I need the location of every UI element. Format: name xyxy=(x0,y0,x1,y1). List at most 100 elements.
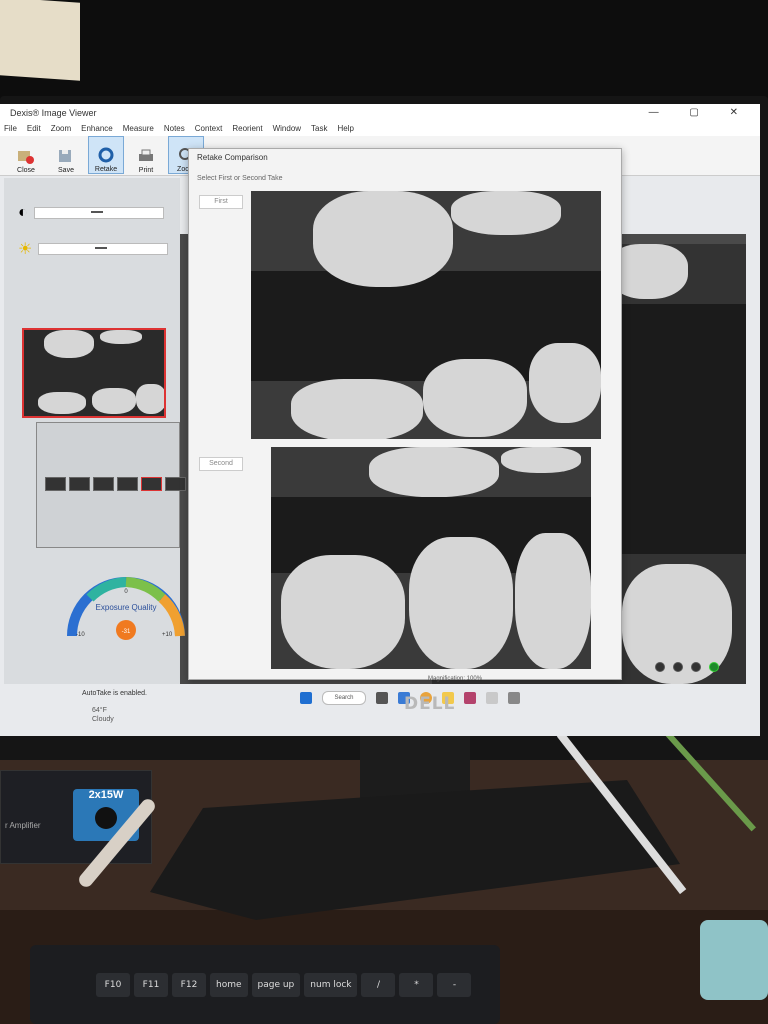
menu-edit[interactable]: Edit xyxy=(27,122,41,136)
menu-notes[interactable]: Notes xyxy=(164,122,185,136)
menu-enhance[interactable]: Enhance xyxy=(81,122,113,136)
menu-window[interactable]: Window xyxy=(273,122,301,136)
close-icon xyxy=(16,147,36,165)
exposure-quality-gauge: Exposure Quality 0 -10 +10 -31 xyxy=(67,577,185,640)
window-titlebar: Dexis® Image Viewer — ▢ ✕ xyxy=(0,104,760,122)
window-controls[interactable]: — ▢ ✕ xyxy=(649,104,752,122)
tooth xyxy=(291,379,423,439)
key-asterisk[interactable]: * xyxy=(399,973,434,997)
key-minus[interactable]: - xyxy=(437,973,472,997)
key-slash[interactable]: / xyxy=(361,973,396,997)
menu-measure[interactable]: Measure xyxy=(123,122,154,136)
amplifier-label: r Amplifier xyxy=(5,821,41,830)
weather-widget[interactable]: 64°F Cloudy xyxy=(92,706,114,724)
brightness-icon: ☀ xyxy=(18,241,33,258)
save-label: Save xyxy=(58,167,74,174)
film-slot-selected[interactable] xyxy=(141,477,162,491)
tooth xyxy=(136,384,164,414)
sticky-note xyxy=(0,0,80,81)
power-button[interactable] xyxy=(709,662,719,672)
key-f10[interactable]: F10 xyxy=(96,973,130,997)
tooth xyxy=(369,447,499,497)
window-title: Dexis® Image Viewer xyxy=(10,108,97,118)
tooth xyxy=(38,392,86,414)
monitor-buttons xyxy=(655,662,719,672)
contrast-slider-track[interactable] xyxy=(33,207,164,219)
retake-button[interactable]: Retake xyxy=(88,136,124,174)
menu-help[interactable]: Help xyxy=(338,122,354,136)
tooth xyxy=(44,330,94,358)
brightness-slider-track[interactable] xyxy=(38,243,168,255)
key-home[interactable]: home xyxy=(210,973,248,997)
film-slot[interactable] xyxy=(69,477,90,491)
tooth xyxy=(451,191,561,235)
save-button[interactable]: Save xyxy=(48,136,84,174)
close-label: Close xyxy=(17,167,35,174)
tooth xyxy=(281,555,405,669)
menu-file[interactable]: File xyxy=(4,122,17,136)
retake-icon xyxy=(96,146,116,164)
print-icon xyxy=(136,147,156,165)
key-num-lock[interactable]: num lock xyxy=(304,973,358,997)
windows-start-icon[interactable] xyxy=(300,692,312,704)
first-take-xray[interactable] xyxy=(251,191,601,439)
retake-comparison-dialog: Retake Comparison Select First or Second… xyxy=(188,148,622,680)
key-page-up[interactable]: page up xyxy=(251,973,301,997)
menu-zoom[interactable]: Zoom xyxy=(51,122,71,136)
app-icon[interactable] xyxy=(464,692,476,704)
film-mount-thumbnail[interactable] xyxy=(36,422,186,548)
monitor-button[interactable] xyxy=(655,662,665,672)
sidebar: ◐ ☀ Exposure Quality 0 -10 +10 -31 xyxy=(4,178,186,708)
dialog-title: Retake Comparison xyxy=(197,153,268,162)
first-take-button[interactable]: First xyxy=(199,195,243,209)
brightness-slider-thumb[interactable] xyxy=(95,247,108,249)
amplifier-model: 2x15W xyxy=(88,789,124,801)
magnification-status: Magnification: 100% xyxy=(428,676,483,682)
app-icon[interactable] xyxy=(508,692,520,704)
gauge-zero: 0 xyxy=(124,589,128,595)
key-f12[interactable]: F12 xyxy=(172,973,206,997)
weather-temp: 64°F xyxy=(92,707,107,714)
film-slot[interactable] xyxy=(117,477,138,491)
brightness-slider[interactable]: ☀ xyxy=(18,241,168,258)
film-slot[interactable] xyxy=(93,477,114,491)
face-mask xyxy=(700,920,768,1000)
tooth xyxy=(515,533,591,669)
film-slot[interactable] xyxy=(45,477,66,491)
monitor-button[interactable] xyxy=(673,662,683,672)
taskbar-search[interactable]: Search xyxy=(322,691,366,705)
keyboard: F10 F11 F12 home page up num lock / * - xyxy=(30,945,500,1024)
dell-logo: DELL xyxy=(404,694,456,714)
gauge-value: -31 xyxy=(122,629,131,635)
tooth xyxy=(92,388,136,414)
film-strip xyxy=(45,477,186,491)
app-icon[interactable] xyxy=(486,692,498,704)
gauge-max: +10 xyxy=(162,632,173,638)
task-view-icon[interactable] xyxy=(376,692,388,704)
contrast-slider[interactable]: ◐ xyxy=(18,204,168,221)
print-button[interactable]: Print xyxy=(128,136,164,174)
dialog-subtitle: Select First or Second Take xyxy=(197,175,283,182)
gauge-label: Exposure Quality xyxy=(96,603,157,612)
weather-desc: Cloudy xyxy=(92,716,114,723)
xray-thumbnail-selected[interactable] xyxy=(22,328,166,418)
tooth xyxy=(423,359,527,437)
menu-context[interactable]: Context xyxy=(195,122,223,136)
menu-task[interactable]: Task xyxy=(311,122,327,136)
contrast-slider-thumb[interactable] xyxy=(90,211,103,213)
contrast-icon: ◐ xyxy=(18,204,28,221)
print-label: Print xyxy=(138,167,154,174)
menu-reorient[interactable]: Reorient xyxy=(232,122,262,136)
retake-label: Retake xyxy=(94,166,118,173)
key-f11[interactable]: F11 xyxy=(134,973,168,997)
tooth xyxy=(501,447,581,473)
close-button[interactable]: Close xyxy=(8,136,44,174)
volume-knob[interactable] xyxy=(95,807,117,829)
monitor-button[interactable] xyxy=(691,662,701,672)
save-icon xyxy=(56,147,76,165)
autotake-status: AutoTake is enabled. xyxy=(82,690,147,697)
tooth xyxy=(529,343,601,423)
film-slot[interactable] xyxy=(165,477,186,491)
second-take-xray[interactable] xyxy=(271,447,591,669)
second-take-button[interactable]: Second xyxy=(199,457,243,471)
